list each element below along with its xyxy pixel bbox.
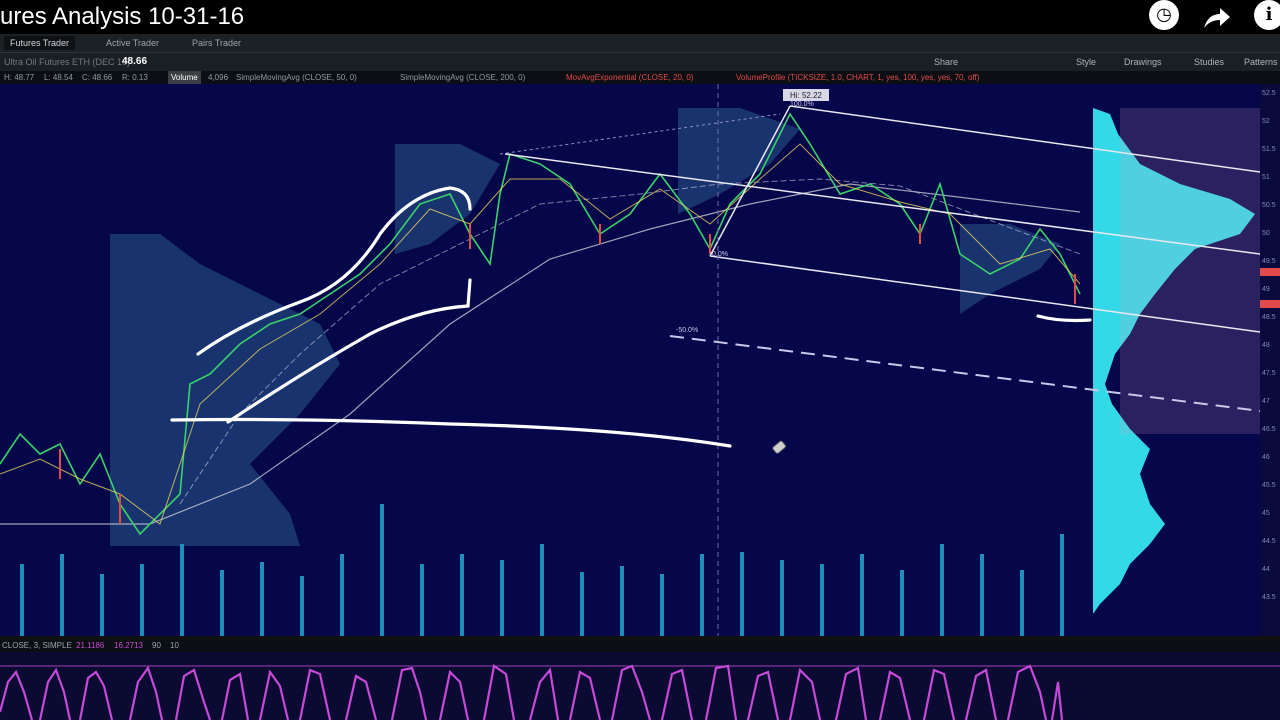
- fib-0-label: 0.0%: [712, 251, 728, 258]
- study-legend: H: 48.77 L: 48.54 C: 48.66 R: 0.13 Volum…: [0, 71, 1280, 84]
- study-ema20[interactable]: MovAvgExponential (CLOSE, 20, 0): [566, 71, 693, 84]
- tab-pairs-trader[interactable]: Pairs Trader: [186, 36, 247, 50]
- studies-button[interactable]: Studies: [1194, 55, 1224, 69]
- lower-study-legend: CLOSE, 3, SIMPLE 21.1186 16.2713 90 10: [0, 640, 1280, 652]
- patterns-button[interactable]: Patterns: [1244, 55, 1278, 69]
- quote-high: H: 48.77: [4, 73, 35, 82]
- lower-study-label[interactable]: CLOSE, 3, SIMPLE: [2, 640, 72, 652]
- sma-50-line: [179, 178, 1081, 505]
- clock-icon[interactable]: ◷: [1149, 0, 1179, 30]
- quote-low: L: 48.54: [44, 73, 73, 82]
- lower-study-value-3: 90: [152, 641, 161, 650]
- quote-range: R: 0.13: [122, 73, 148, 82]
- drawings-button[interactable]: Drawings: [1124, 55, 1162, 69]
- share-button[interactable]: Share: [934, 55, 958, 69]
- high-label: Hi: 52.22: [790, 91, 823, 100]
- tab-active-trader[interactable]: Active Trader: [100, 36, 165, 50]
- study-sma50[interactable]: SimpleMovingAvg (CLOSE, 50, 0): [236, 71, 357, 84]
- lower-study-value-1: 21.1186: [76, 641, 105, 650]
- price-tick: 44.5: [1262, 538, 1276, 545]
- style-button[interactable]: Style: [1076, 55, 1096, 69]
- price-tick: 50: [1262, 230, 1270, 237]
- lower-study-value-2: 16.2713: [114, 641, 143, 650]
- price-tick: 44: [1262, 566, 1270, 573]
- oscillator-pane[interactable]: [0, 652, 1280, 720]
- last-price: 48.66: [122, 56, 148, 67]
- current-price-marker: [1260, 268, 1280, 276]
- fib-100-label: 100.0%: [790, 101, 814, 108]
- price-tick: 52.5: [1262, 90, 1276, 97]
- price-tick: 50.5: [1262, 202, 1276, 209]
- price-tick: 46.5: [1262, 426, 1276, 433]
- share-arrow-icon[interactable]: [1200, 4, 1232, 32]
- price-tick: 46: [1262, 454, 1270, 461]
- volume-value: 4,096: [208, 73, 229, 82]
- price-tick: 51: [1262, 174, 1270, 181]
- tab-futures-trader[interactable]: Futures Trader: [4, 36, 76, 50]
- volume-profile-left: [110, 108, 1060, 546]
- price-tick: 48.5: [1262, 314, 1276, 321]
- video-titlebar: ures Analysis 10-31-16 ◷ i: [0, 0, 1280, 34]
- price-chart[interactable]: Hi: 52.22 100.0% 0.0% -50.0%: [0, 84, 1260, 636]
- price-tick: 47.5: [1262, 370, 1276, 377]
- price-tick: 45.5: [1262, 482, 1276, 489]
- video-title: ures Analysis 10-31-16: [0, 3, 245, 30]
- study-sma200[interactable]: SimpleMovingAvg (CLOSE, 200, 0): [400, 71, 525, 84]
- quote-close: C: 48.66: [82, 73, 113, 82]
- symbol-name[interactable]: Ultra Oil Futures ETH (DEC 16): [4, 55, 130, 69]
- price-tick: 47: [1262, 398, 1270, 405]
- price-tick: 43.5: [1262, 594, 1276, 601]
- price-tick: 48: [1262, 342, 1270, 349]
- fib-minus50-label: -50.0%: [676, 327, 698, 334]
- price-tick: 45: [1262, 510, 1270, 517]
- price-axis[interactable]: 52.5 52 51.5 51 50.5 50 49.5 49 48.5 48 …: [1260, 84, 1280, 636]
- lower-study-value-4: 10: [170, 641, 179, 650]
- trader-tabs: Futures Trader Active Trader Pairs Trade…: [0, 34, 1280, 53]
- price-tick: 49: [1262, 286, 1270, 293]
- study-volume-profile[interactable]: VolumeProfile (TICKSIZE, 1.0, CHART, 1, …: [736, 71, 979, 84]
- price-tick: 49.5: [1262, 258, 1276, 265]
- volume-label: Volume: [168, 71, 201, 84]
- stochastic-line: [0, 664, 1064, 720]
- profile-value-area: [1120, 108, 1260, 434]
- price-tick: 52: [1262, 118, 1270, 125]
- mouse-cursor-icon: [772, 440, 787, 454]
- info-icon[interactable]: i: [1254, 0, 1280, 30]
- price-tick: 51.5: [1262, 146, 1276, 153]
- ema-price-marker: [1260, 300, 1280, 308]
- chart-toolbar: Ultra Oil Futures ETH (DEC 16) 48.66 Sha…: [0, 53, 1280, 71]
